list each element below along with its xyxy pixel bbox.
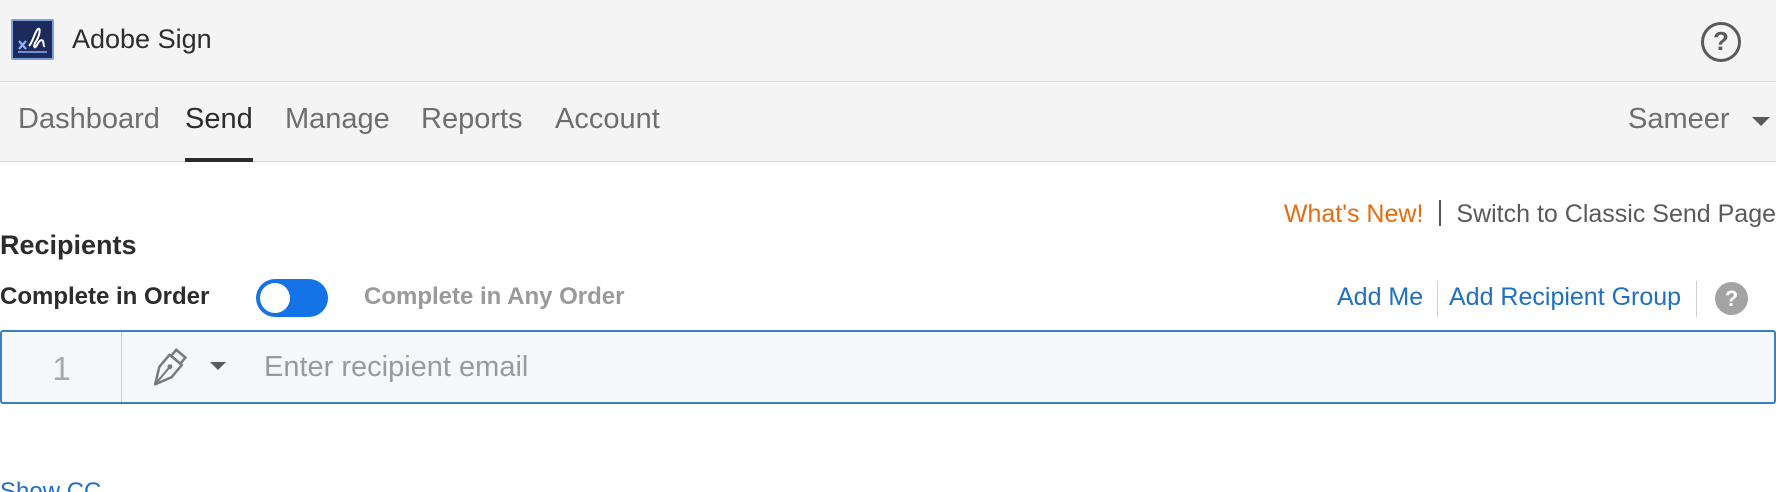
adobe-sign-logo [11,19,54,60]
complete-in-order-label: Complete in Order [0,283,210,310]
add-me-link[interactable]: Add Me [1337,283,1423,312]
app-title: Adobe Sign [72,24,212,54]
order-toggle[interactable] [256,279,328,317]
chevron-down-icon [1752,117,1770,126]
tab-account[interactable]: Account [555,103,660,162]
tab-manage[interactable]: Manage [285,103,390,162]
app-header: Adobe Sign ? [0,0,1776,82]
chevron-down-icon [210,362,226,370]
toggle-knob [260,283,290,313]
top-links: What's New! Switch to Classic Send Page [1284,200,1776,229]
recipient-order-number: 1 [2,332,122,402]
whats-new-link[interactable]: What's New! [1284,200,1424,228]
tab-reports[interactable]: Reports [421,103,523,162]
show-cc-link[interactable]: Show CC [0,478,101,492]
user-name: Sameer [1628,103,1730,135]
tab-send[interactable]: Send [185,103,253,162]
classic-send-link[interactable]: Switch to Classic Send Page [1456,200,1776,228]
recipients-help-icon[interactable]: ? [1715,282,1748,315]
recipients-title: Recipients [0,230,137,260]
link-separator [1439,200,1442,226]
role-picker[interactable] [142,346,232,390]
tab-dashboard[interactable]: Dashboard [18,103,160,162]
complete-any-order-label: Complete in Any Order [364,283,625,310]
recipient-email-input[interactable] [264,344,1744,390]
add-recipient-group-link[interactable]: Add Recipient Group [1449,283,1681,312]
help-question-icon[interactable]: ? [1701,22,1741,62]
pen-nib-icon [153,348,188,386]
main-nav: Dashboard Send Manage Reports Account Sa… [0,83,1776,162]
divider [1437,281,1438,317]
divider [1696,281,1697,317]
recipient-row: 1 [0,330,1776,404]
user-menu[interactable]: Sameer [1628,103,1776,143]
